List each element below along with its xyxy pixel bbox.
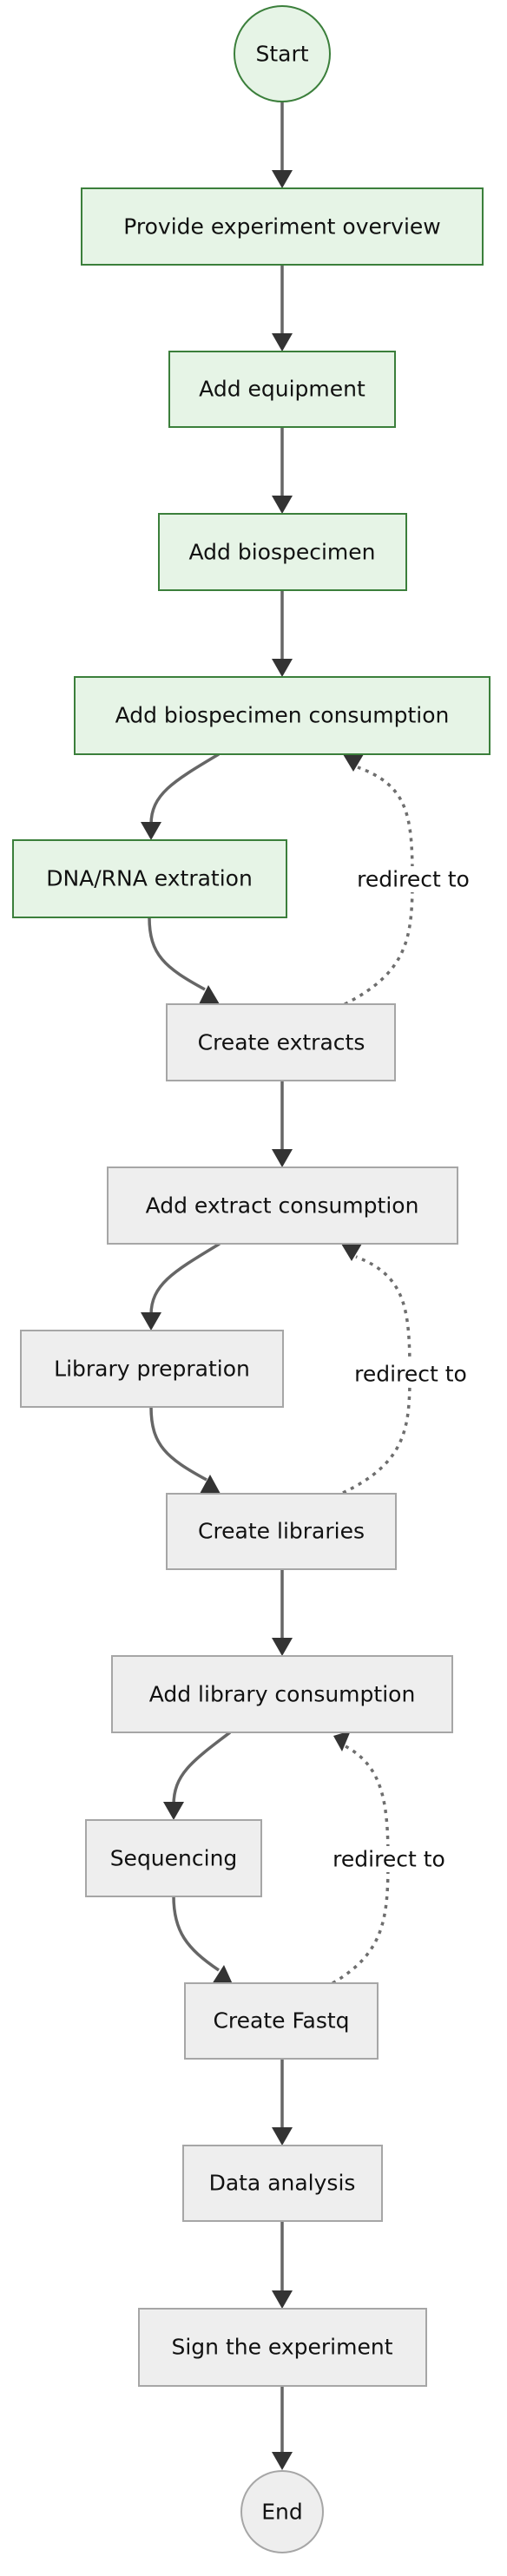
node-add-extract-consumption[interactable]: Add extract consumption	[107, 1166, 458, 1245]
node-label: End	[261, 2500, 303, 2525]
node-label: DNA/RNA extration	[46, 866, 253, 891]
node-label: Add equipment	[199, 377, 365, 402]
arrowhead-icon	[272, 2452, 293, 2470]
edge-label-text: redirect to	[333, 1847, 445, 1872]
edge-extract-consumption-to-library-prep	[149, 1242, 221, 1316]
edge-label-text: redirect to	[354, 1362, 467, 1387]
node-label: Create extracts	[198, 1030, 365, 1055]
arrowhead-icon	[163, 1802, 184, 1820]
arrowhead-icon	[341, 1244, 362, 1261]
node-start[interactable]: Start	[234, 5, 331, 102]
flowchart: redirect to redirect to redirect to Star…	[12, 5, 491, 2553]
node-end[interactable]: End	[240, 2470, 324, 2553]
node-label: Create Fastq	[213, 2008, 349, 2034]
node-label: Add biospecimen consumption	[115, 703, 450, 728]
arrowhead-icon	[272, 1149, 293, 1167]
node-label: Sign the experiment	[171, 2335, 392, 2360]
arrowhead-icon	[272, 2127, 293, 2146]
arrowhead-icon	[343, 754, 364, 772]
node-create-libraries[interactable]: Create libraries	[166, 1493, 397, 1570]
arrowhead-icon	[272, 496, 293, 514]
node-label: Library prepration	[54, 1357, 250, 1382]
node-label: Add library consumption	[149, 1682, 416, 1707]
arrowhead-icon	[272, 2290, 293, 2309]
edges	[141, 102, 414, 2470]
node-data-analysis[interactable]: Data analysis	[182, 2145, 383, 2222]
node-add-equipment[interactable]: Add equipment	[168, 351, 396, 428]
edge-extraction-to-create-extracts	[148, 917, 206, 991]
arrowhead-icon	[141, 1312, 161, 1331]
edge-library-consumption-to-sequencing	[172, 1731, 232, 1806]
node-provide-experiment-overview[interactable]: Provide experiment overview	[81, 187, 484, 266]
node-dna-rna-extraction[interactable]: DNA/RNA extration	[12, 839, 287, 918]
node-create-extracts[interactable]: Create extracts	[166, 1003, 396, 1081]
edge-label-redirect-2: redirect to	[345, 1361, 477, 1387]
node-add-biospecimen-consumption[interactable]: Add biospecimen consumption	[74, 676, 491, 755]
arrowhead-icon	[141, 822, 161, 840]
node-label: Add extract consumption	[146, 1193, 419, 1219]
node-add-library-consumption[interactable]: Add library consumption	[111, 1655, 453, 1733]
edge-library-prep-to-create-libraries	[149, 1406, 207, 1482]
node-label: Add biospecimen	[188, 540, 375, 565]
node-label: Provide experiment overview	[123, 214, 440, 240]
node-sign-the-experiment[interactable]: Sign the experiment	[138, 2308, 427, 2387]
edge-label-text: redirect to	[357, 867, 470, 892]
arrowhead-icon	[272, 659, 293, 677]
arrowhead-icon	[272, 170, 293, 188]
arrowhead-icon	[272, 333, 293, 352]
node-add-biospecimen[interactable]: Add biospecimen	[158, 513, 407, 591]
edge-sequencing-to-create-fastq	[172, 1896, 220, 1972]
arrowhead-icon	[272, 1638, 293, 1656]
edge-consumption-to-extraction	[149, 752, 220, 825]
edge-label-redirect-3: redirect to	[323, 1846, 455, 1872]
node-library-preparation[interactable]: Library prepration	[20, 1330, 284, 1408]
node-label: Start	[255, 42, 308, 67]
node-label: Data analysis	[209, 2171, 356, 2196]
node-create-fastq[interactable]: Create Fastq	[184, 1982, 379, 2060]
node-label: Create libraries	[198, 1519, 365, 1544]
node-sequencing[interactable]: Sequencing	[85, 1819, 262, 1897]
node-label: Sequencing	[110, 1846, 238, 1871]
edge-label-redirect-1: redirect to	[347, 866, 479, 892]
